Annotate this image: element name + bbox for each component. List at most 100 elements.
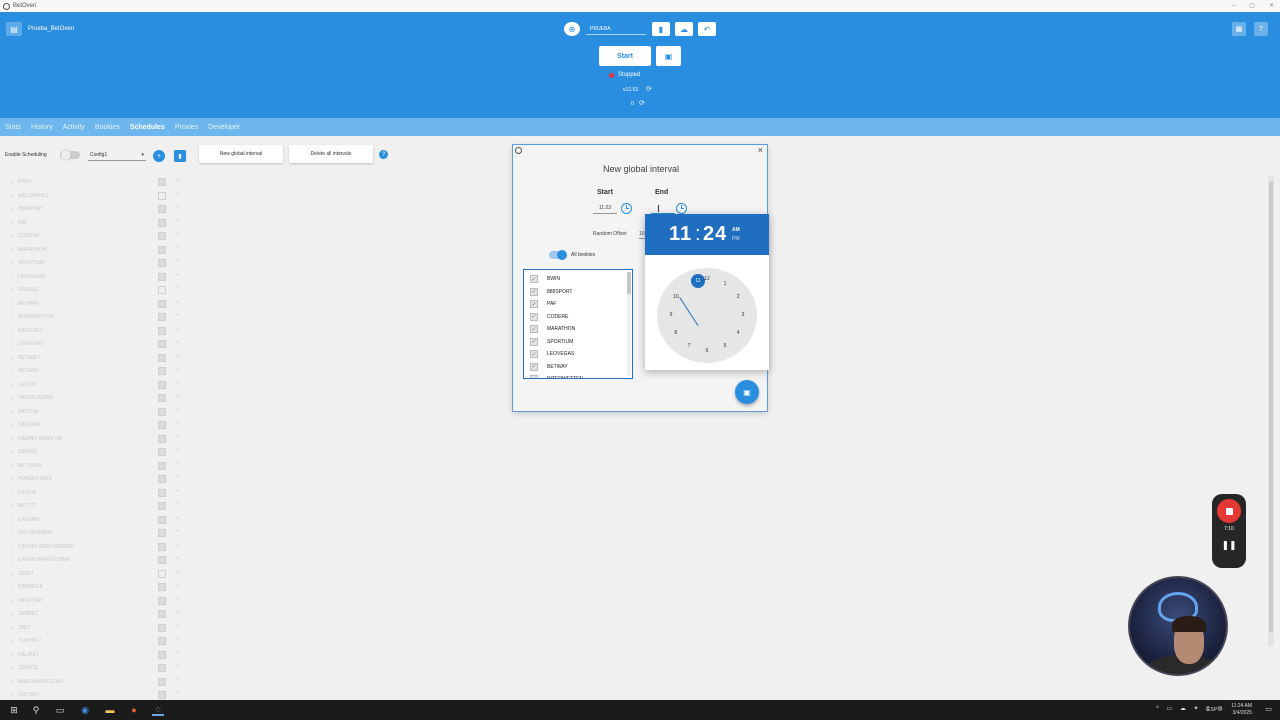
undo-button[interactable]: ↶	[698, 22, 716, 36]
checkbox[interactable]: ✓	[530, 375, 538, 378]
list-item[interactable]: ▸ 1BET +	[0, 622, 200, 636]
bookie-checkbox[interactable]	[158, 677, 166, 686]
all-bookies-toggle[interactable]	[549, 250, 567, 260]
windows-start-icon[interactable]: ⊞	[8, 704, 20, 716]
expand-arrow-icon[interactable]: ▸	[11, 247, 13, 252]
expand-arrow-icon[interactable]: ▸	[11, 193, 13, 198]
bookie-checkbox[interactable]	[158, 380, 166, 389]
add-interval-icon[interactable]: +	[176, 286, 180, 292]
add-interval-icon[interactable]: +	[176, 219, 180, 225]
list-item[interactable]: ▸ GOLDENPARK +	[0, 527, 200, 541]
bookie-checkbox[interactable]	[158, 434, 166, 443]
list-item[interactable]: ▸ PASTON +	[0, 406, 200, 420]
bookie-checkbox[interactable]	[158, 272, 166, 281]
list-item[interactable]: ▸ CASUMO +	[0, 419, 200, 433]
list-item[interactable]: ▸ BETSSON +	[0, 460, 200, 474]
end-time-input[interactable]	[651, 203, 675, 214]
expand-arrow-icon[interactable]: ▸	[11, 692, 13, 697]
bookie-checkbox[interactable]	[158, 313, 166, 321]
list-item[interactable]: ▸ VERSUS +	[0, 284, 200, 298]
dial-number[interactable]: 4	[733, 330, 743, 336]
dial-number[interactable]: 3	[738, 312, 748, 318]
bookie-check-item[interactable]: ✓ SPORTIUM	[524, 336, 624, 349]
bookie-checkbox[interactable]	[158, 286, 166, 294]
tab-activity[interactable]: Activity	[63, 124, 85, 131]
list-item[interactable]: ▸ POKERSTARS +	[0, 473, 200, 487]
list-item[interactable]: ▸ JOKEDE +	[0, 662, 200, 676]
expand-arrow-icon[interactable]: ▸	[11, 652, 13, 657]
expand-arrow-icon[interactable]: ▸	[11, 395, 13, 400]
expand-arrow-icon[interactable]: ▸	[11, 611, 13, 616]
expand-arrow-icon[interactable]: ▸	[11, 260, 13, 265]
bookie-checkbox[interactable]	[158, 475, 166, 483]
list-item[interactable]: ▸ KIROLBET +	[0, 325, 200, 339]
expand-arrow-icon[interactable]: ▸	[11, 557, 13, 562]
list-item[interactable]: ▸ YAASSCASINO +	[0, 392, 200, 406]
am-toggle[interactable]: AM	[732, 227, 740, 233]
add-interval-icon[interactable]: +	[176, 529, 180, 535]
tab-schedules[interactable]: Schedules	[130, 124, 165, 131]
checkbox[interactable]: ✓	[530, 275, 538, 283]
list-item[interactable]: ▸ BETFAIR +	[0, 365, 200, 379]
expand-arrow-icon[interactable]: ▸	[11, 409, 13, 414]
add-interval-icon[interactable]: +	[176, 556, 180, 562]
list-item[interactable]: ▸ CASINO GRAN VIA +	[0, 433, 200, 447]
dial-number[interactable]: 9	[666, 312, 676, 318]
list-item[interactable]: ▸ JUEGGING +	[0, 338, 200, 352]
checkbox[interactable]: ✓	[530, 287, 538, 296]
bookie-checkbox[interactable]	[158, 583, 166, 591]
bookie-checkbox[interactable]	[158, 407, 166, 416]
maximize-icon[interactable]: ▢	[1249, 0, 1255, 12]
checkbox[interactable]: ✓	[530, 312, 538, 321]
dial-number[interactable]: 6	[702, 348, 712, 354]
list-item[interactable]: ▸ BETWAY +	[0, 298, 200, 312]
add-interval-icon[interactable]: +	[176, 691, 180, 697]
list-item[interactable]: ▸ MARATHON +	[0, 244, 200, 258]
bookie-checkbox[interactable]	[158, 191, 166, 200]
bookie-checkbox[interactable]	[158, 340, 166, 348]
bookie-checkbox[interactable]	[158, 515, 166, 524]
bookie-checkbox[interactable]	[158, 488, 166, 497]
bookie-checkbox[interactable]	[158, 556, 166, 564]
expand-arrow-icon[interactable]: ▸	[11, 638, 13, 643]
expand-arrow-icon[interactable]: ▸	[11, 436, 13, 441]
add-interval-icon[interactable]: +	[176, 637, 180, 643]
add-interval-icon[interactable]: +	[176, 624, 180, 630]
tab-developer[interactable]: Developer	[208, 124, 240, 131]
close-icon[interactable]: ×	[758, 145, 763, 155]
add-interval-icon[interactable]: +	[176, 246, 180, 252]
list-item[interactable]: ▸ INTERWETTEN +	[0, 311, 200, 325]
add-interval-icon[interactable]: +	[176, 232, 180, 238]
file-explorer-icon[interactable]: ▬	[104, 704, 116, 716]
pause-icon[interactable]: ❚❚	[1212, 540, 1246, 551]
bookie-checkbox[interactable]	[158, 367, 166, 375]
pm-toggle[interactable]: PM	[732, 236, 740, 242]
bookie-checkbox[interactable]	[158, 650, 166, 659]
clock[interactable]: 11:24 AM 3/4/2025	[1231, 703, 1252, 717]
list-item[interactable]: ▸ CODERE +	[0, 230, 200, 244]
profile-menu-button[interactable]: ▤	[6, 22, 22, 36]
expand-arrow-icon[interactable]: ▸	[11, 233, 13, 238]
refresh-version-icon[interactable]: ⟳	[646, 85, 652, 93]
list-item[interactable]: ▸ CASUMO +	[0, 514, 200, 528]
expand-arrow-icon[interactable]: ▸	[11, 584, 13, 589]
add-interval-icon[interactable]: +	[176, 273, 180, 279]
refresh-count-icon[interactable]: ⟳	[639, 99, 645, 107]
add-config-button[interactable]: +	[153, 150, 165, 162]
expand-arrow-icon[interactable]: ▸	[11, 463, 13, 468]
tab-bookies[interactable]: Bookies	[95, 124, 120, 131]
add-interval-icon[interactable]: +	[176, 651, 180, 657]
new-global-interval-button[interactable]: New global interval	[199, 145, 283, 163]
dial-number[interactable]: 2	[733, 294, 743, 300]
checkbox[interactable]: ✓	[530, 300, 538, 308]
expand-arrow-icon[interactable]: ▸	[11, 517, 13, 522]
expand-arrow-icon[interactable]: ▸	[11, 287, 13, 292]
expand-arrow-icon[interactable]: ▸	[11, 274, 13, 279]
tab-proxies[interactable]: Proxies	[175, 124, 198, 131]
add-interval-icon[interactable]: +	[176, 367, 180, 373]
add-interval-icon[interactable]: +	[176, 664, 180, 670]
bookie-checkbox[interactable]	[158, 610, 166, 618]
bookie-checkbox[interactable]	[158, 299, 166, 308]
bookie-check-item[interactable]: ✓ PAF	[524, 298, 624, 311]
expand-arrow-icon[interactable]: ▸	[11, 665, 13, 670]
